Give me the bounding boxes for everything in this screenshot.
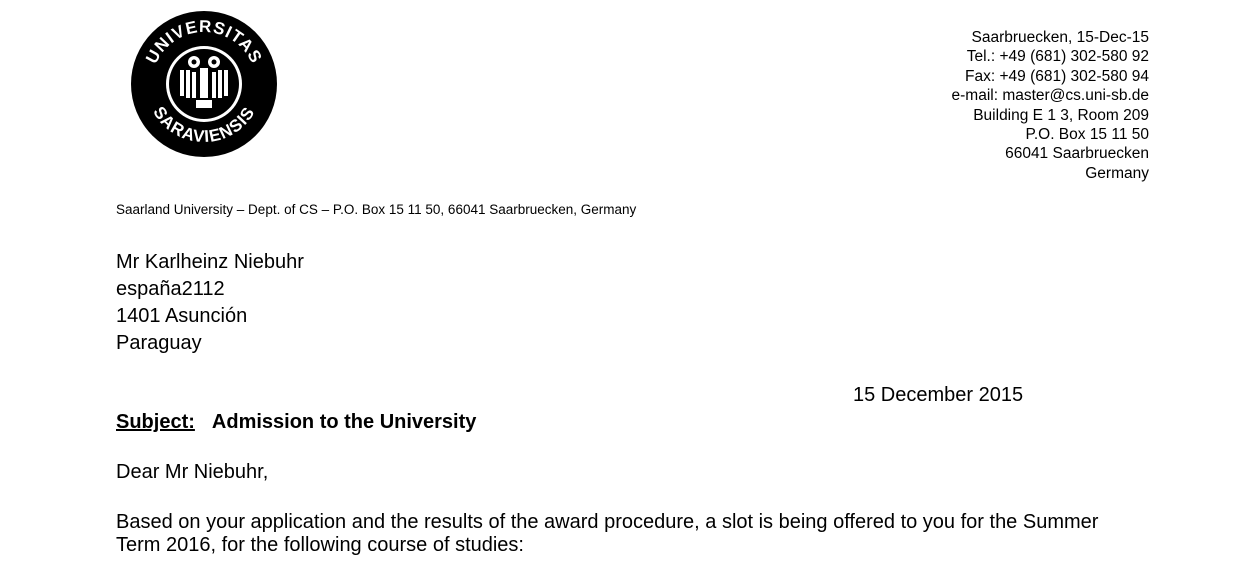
salutation: Dear Mr Niebuhr, <box>116 461 269 483</box>
sender-contact-block: Saarbruecken, 15-Dec-15 Tel.: +49 (681) … <box>952 28 1150 183</box>
letter-body-paragraph: Based on your application and the result… <box>116 511 1156 557</box>
subject-title: Admission to the University <box>211 411 477 433</box>
recipient-name: Mr Karlheinz Niebuhr <box>116 251 304 273</box>
recipient-country: Paraguay <box>116 332 202 354</box>
contact-city: 66041 Saarbruecken <box>1005 145 1149 163</box>
subject-label: Subject: <box>116 411 195 433</box>
contact-country: Germany <box>1085 164 1149 182</box>
body-line: Term 2016, for the following course of s… <box>116 534 524 556</box>
university-seal-logo: UNIVERSITAS SARAVIENSIS <box>130 10 278 158</box>
letter-page: UNIVERSITAS SARAVIENSIS Saarbruecken, 15… <box>0 0 1237 584</box>
contact-po-box: P.O. Box 15 11 50 <box>1025 126 1149 144</box>
contact-telephone: Tel.: +49 (681) 302-580 92 <box>966 48 1149 66</box>
contact-email: e-mail: master@cs.uni-sb.de <box>951 87 1150 105</box>
recipient-address-block: Mr Karlheinz Niebuhr españa2112 1401 Asu… <box>116 249 304 357</box>
contact-fax: Fax: +49 (681) 302-580 94 <box>965 67 1149 85</box>
recipient-street: españa2112 <box>116 278 225 300</box>
return-address-line: Saarland University – Dept. of CS – P.O.… <box>116 202 637 217</box>
recipient-city: 1401 Asunción <box>116 305 248 327</box>
contact-place-date: Saarbruecken, 15-Dec-15 <box>971 29 1150 46</box>
subject-line: Subject: Admission to the University <box>116 411 476 434</box>
body-line: Based on your application and the result… <box>116 511 1099 533</box>
contact-building: Building E 1 3, Room 209 <box>973 106 1149 124</box>
letter-date: 15 December 2015 <box>853 384 1024 406</box>
